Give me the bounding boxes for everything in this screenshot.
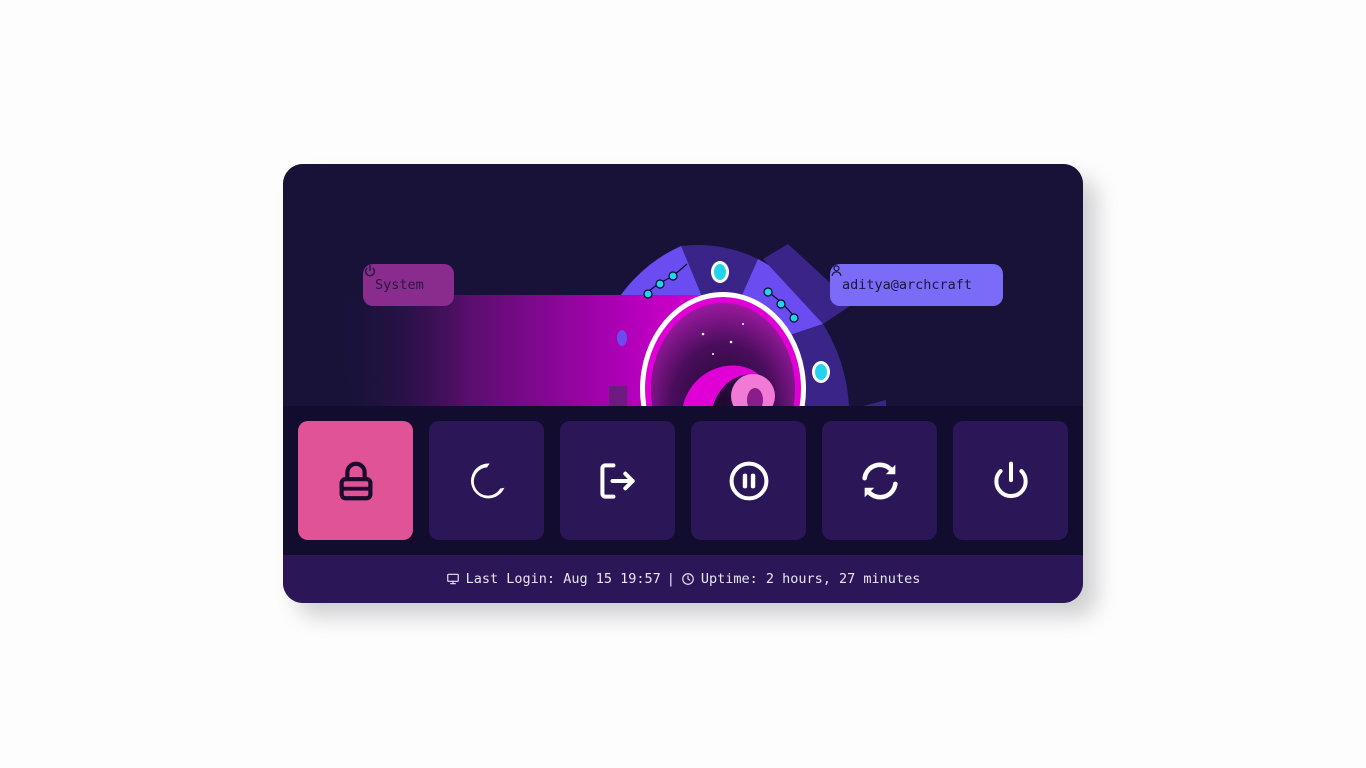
monitor-icon bbox=[446, 573, 459, 585]
moon-icon bbox=[470, 463, 504, 498]
action-buttons bbox=[283, 406, 1083, 555]
status-bar: Last Login: Aug 15 19:57 | Uptime: 2 hou… bbox=[283, 555, 1083, 603]
lock-button[interactable] bbox=[298, 421, 413, 540]
reboot-button[interactable] bbox=[822, 421, 937, 540]
uptime-text: Uptime: 2 hours, 27 minutes bbox=[700, 571, 921, 587]
hero-illustration: System aditya@archcraft bbox=[283, 164, 1083, 406]
system-label: System bbox=[375, 277, 424, 293]
pause-circle-icon bbox=[729, 461, 768, 500]
logout-icon bbox=[599, 462, 635, 499]
clock-icon bbox=[682, 573, 694, 585]
powermenu-window: System aditya@archcraft Last Login: Aug … bbox=[283, 164, 1083, 603]
system-badge: System bbox=[363, 264, 454, 306]
power-icon bbox=[364, 264, 376, 277]
user-badge: aditya@archcraft bbox=[830, 264, 1003, 306]
last-login-text: Last Login: Aug 15 19:57 bbox=[465, 571, 661, 587]
status-separator: | bbox=[666, 571, 675, 587]
refresh-icon bbox=[861, 462, 898, 499]
user-icon bbox=[831, 265, 842, 276]
power-icon bbox=[993, 461, 1028, 498]
username-label: aditya@archcraft bbox=[842, 277, 973, 293]
shutdown-button[interactable] bbox=[953, 421, 1068, 540]
lock-icon bbox=[339, 461, 372, 500]
suspend-button[interactable] bbox=[429, 421, 544, 540]
logout-button[interactable] bbox=[560, 421, 675, 540]
hibernate-button[interactable] bbox=[691, 421, 806, 540]
